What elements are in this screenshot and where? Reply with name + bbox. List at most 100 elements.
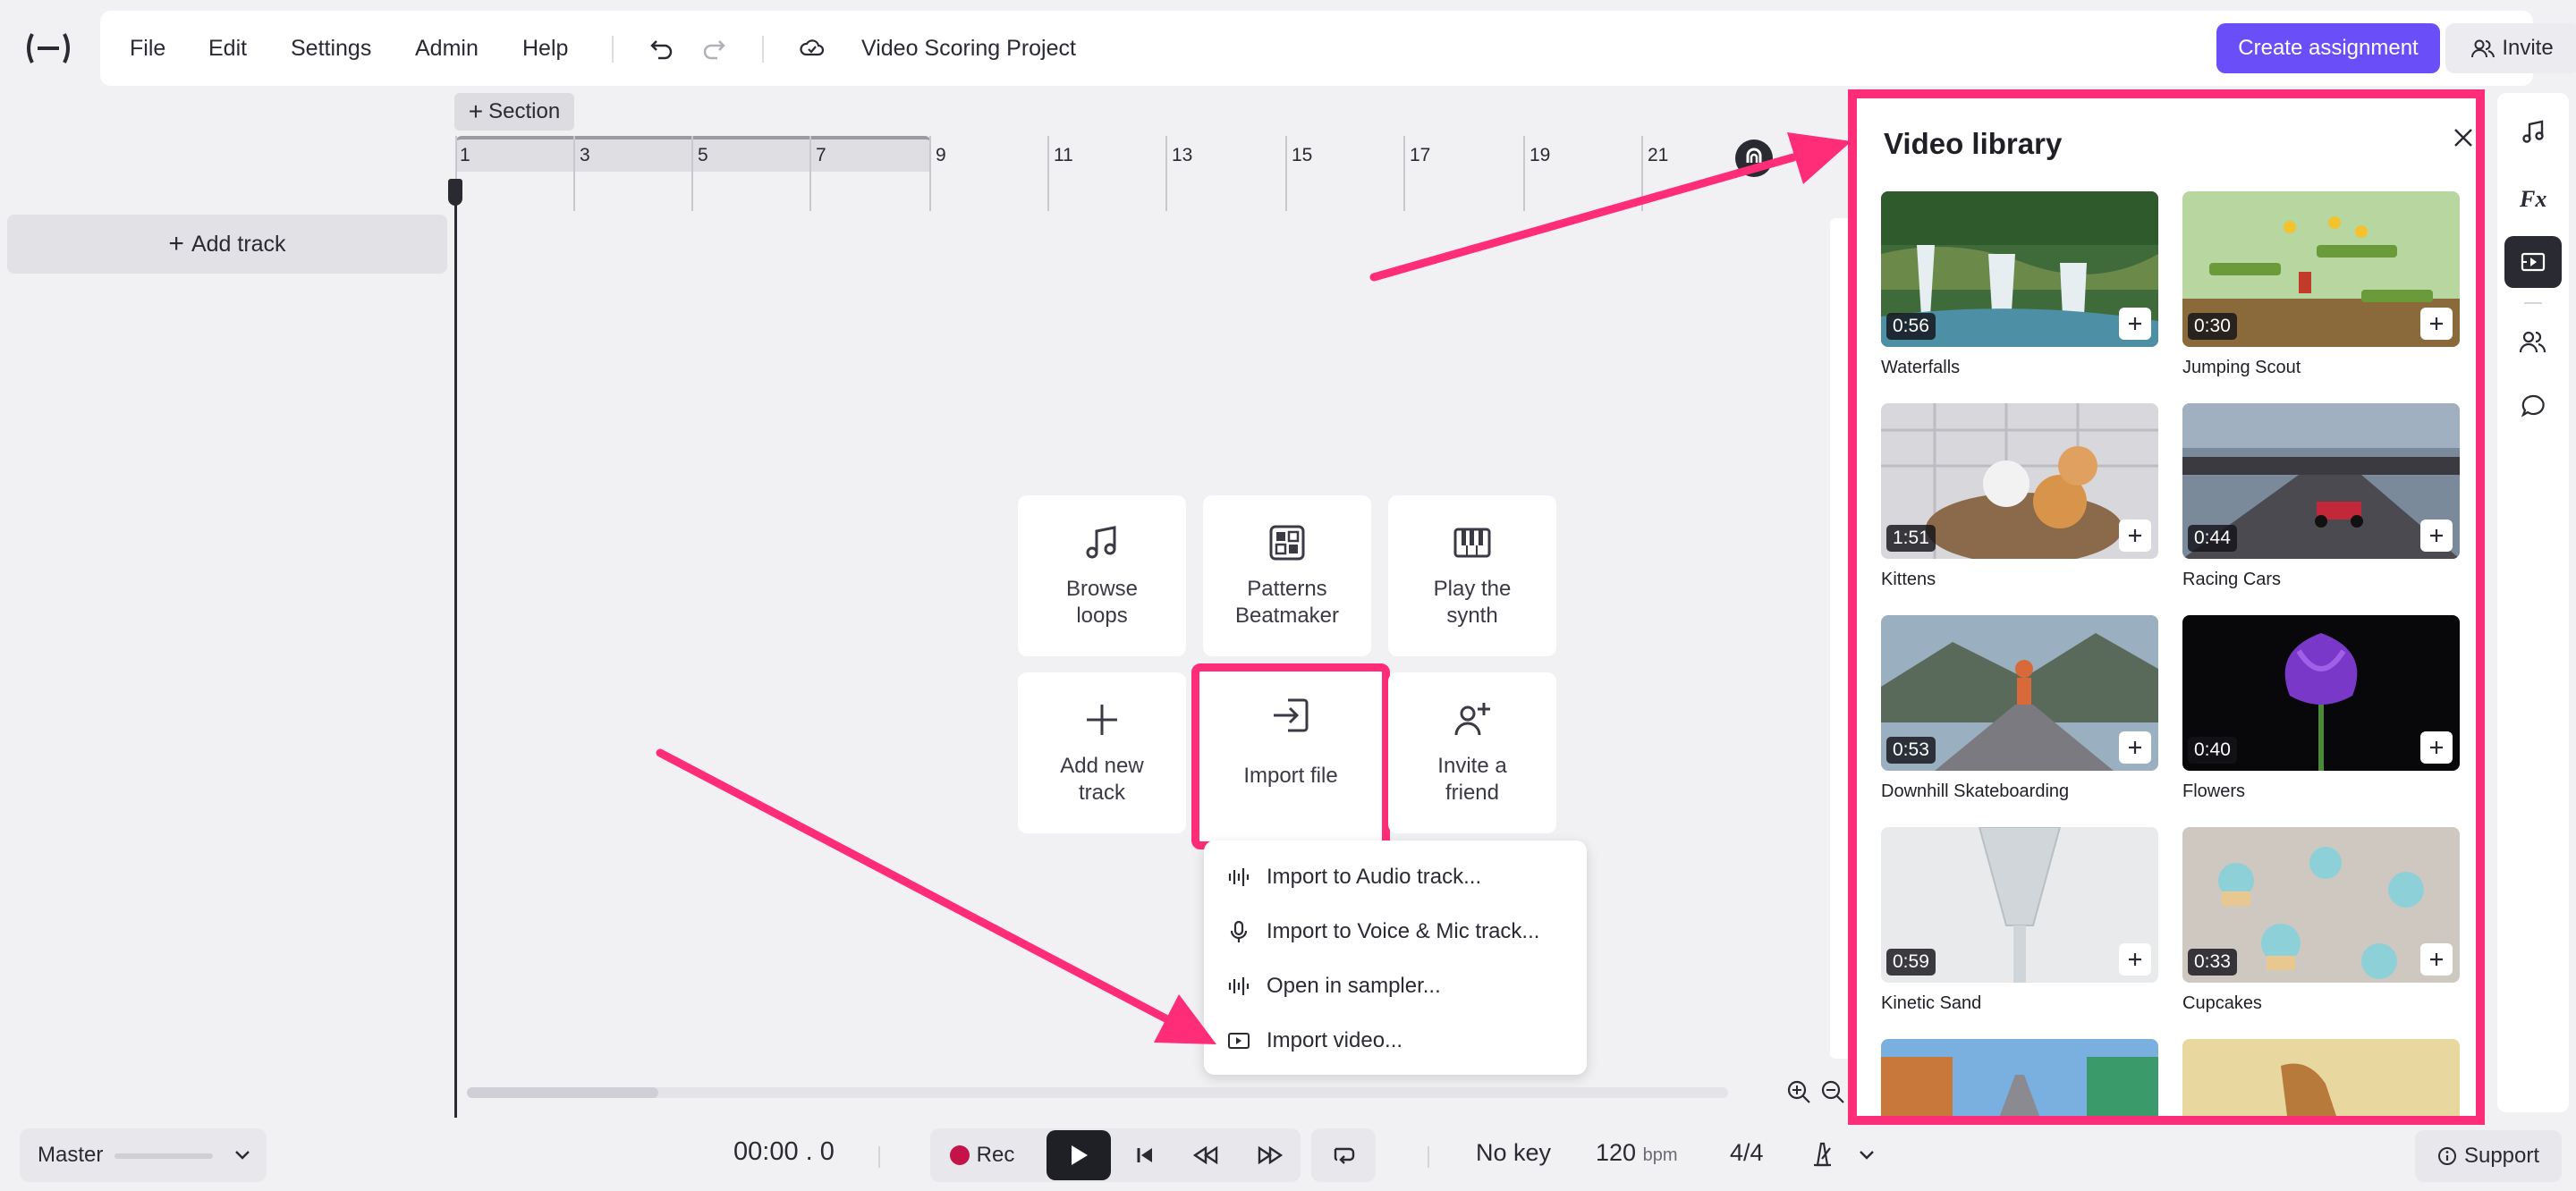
- video-duration: 0:44: [2188, 525, 2237, 552]
- rewind-icon[interactable]: [1190, 1139, 1222, 1171]
- chevron-down-icon[interactable]: [1857, 1145, 1877, 1164]
- add-video-button[interactable]: [2420, 308, 2453, 340]
- open-sampler-item[interactable]: Open in sampler...: [1204, 959, 1587, 1013]
- video-thumbnail[interactable]: 0:40: [2182, 615, 2460, 771]
- invite-button[interactable]: Invite: [2445, 23, 2576, 73]
- video-thumbnail[interactable]: 1:51: [1881, 403, 2158, 559]
- patterns-beatmaker-card[interactable]: Patterns Beatmaker: [1203, 495, 1371, 656]
- video-name: Kinetic Sand: [1881, 993, 1982, 1013]
- panel-edge: [1830, 218, 1848, 1059]
- video-duration: 0:53: [1886, 737, 1936, 764]
- zoom-in-icon[interactable]: [1785, 1078, 1812, 1105]
- waveform-icon: [1227, 975, 1250, 998]
- zoom-out-icon[interactable]: [1819, 1078, 1846, 1105]
- video-name: Kittens: [1881, 570, 1936, 589]
- video-duration: 0:40: [2188, 737, 2237, 764]
- section-label: Section: [488, 99, 561, 123]
- video-thumbnail[interactable]: 0:53: [1881, 615, 2158, 771]
- video-thumbnail[interactable]: [2182, 1039, 2460, 1116]
- master-volume-slider[interactable]: [114, 1153, 213, 1159]
- master-label: Master: [38, 1143, 104, 1167]
- video-thumbnail[interactable]: 0:59: [1881, 827, 2158, 983]
- video-thumbnail[interactable]: 0:30: [2182, 191, 2460, 347]
- support-button[interactable]: Support: [2415, 1130, 2562, 1182]
- import-video-item[interactable]: Import video...: [1204, 1014, 1587, 1068]
- video-icon[interactable]: [2512, 241, 2555, 283]
- fast-forward-icon[interactable]: [1254, 1139, 1286, 1171]
- collaborators-icon[interactable]: [2512, 320, 2555, 363]
- loop-button[interactable]: [1311, 1128, 1376, 1182]
- ruler-number: 5: [698, 145, 708, 165]
- playhead[interactable]: [454, 179, 457, 1118]
- effects-icon[interactable]: Fx: [2512, 177, 2555, 220]
- video-duration: 0:30: [2188, 313, 2237, 340]
- video-thumbnail[interactable]: 0:33: [2182, 827, 2460, 983]
- add-video-button[interactable]: [2420, 519, 2453, 552]
- browse-loops-card[interactable]: Browse loops: [1018, 495, 1186, 656]
- metronome-icon[interactable]: [1809, 1141, 1835, 1168]
- video-card-waterfalls[interactable]: 0:56 Waterfalls: [1881, 191, 2158, 378]
- transport-controls: Rec: [930, 1128, 1301, 1182]
- add-video-button[interactable]: [2420, 943, 2453, 976]
- video-card-street[interactable]: [1881, 1039, 2158, 1116]
- record-button[interactable]: Rec: [930, 1128, 1034, 1182]
- add-video-button[interactable]: [2119, 731, 2151, 764]
- skip-to-start-icon[interactable]: [1129, 1139, 1161, 1171]
- ruler-number: 11: [1054, 145, 1073, 165]
- video-card-racing-cars[interactable]: 0:44 Racing Cars: [2182, 403, 2460, 590]
- play-button[interactable]: [1046, 1130, 1111, 1180]
- import-dropdown-menu: Import to Audio track... Import to Voice…: [1204, 840, 1587, 1075]
- video-duration: 1:51: [1886, 525, 1936, 552]
- menu-file[interactable]: File: [130, 11, 165, 86]
- add-video-button[interactable]: [2119, 943, 2151, 976]
- ruler-number: 9: [936, 145, 946, 165]
- redo-icon[interactable]: [701, 36, 726, 61]
- undo-icon[interactable]: [649, 36, 674, 61]
- loop-region[interactable]: [456, 136, 930, 172]
- playhead-handle[interactable]: [448, 179, 462, 206]
- tempo-control[interactable]: 120 bpm: [1596, 1139, 1677, 1167]
- add-track-button[interactable]: + Add track: [7, 215, 447, 274]
- app-logo[interactable]: [23, 30, 73, 66]
- time-signature[interactable]: 4/4: [1730, 1139, 1764, 1167]
- import-file-card[interactable]: Import file: [1191, 663, 1390, 849]
- import-voice-mic-item[interactable]: Import to Voice & Mic track...: [1204, 905, 1587, 959]
- video-card-jumping-scout[interactable]: 0:30 Jumping Scout: [2182, 191, 2460, 378]
- video-name: Waterfalls: [1881, 358, 1961, 377]
- waveform-icon: [1227, 866, 1250, 889]
- video-card-dog[interactable]: [2182, 1039, 2460, 1116]
- menu-edit[interactable]: Edit: [208, 11, 247, 86]
- close-icon[interactable]: [2451, 125, 2476, 150]
- add-track-label: Add track: [191, 231, 286, 257]
- video-card-flowers[interactable]: 0:40 Flowers: [2182, 615, 2460, 802]
- video-card-downhill-skateboarding[interactable]: 0:53 Downhill Skateboarding: [1881, 615, 2158, 802]
- add-new-track-card[interactable]: Add new track: [1018, 672, 1186, 833]
- video-card-kittens[interactable]: 1:51 Kittens: [1881, 403, 2158, 590]
- card-label: Patterns Beatmaker: [1234, 577, 1340, 628]
- menu-help[interactable]: Help: [522, 11, 568, 86]
- video-card-kinetic-sand[interactable]: 0:59 Kinetic Sand: [1881, 827, 2158, 1014]
- project-title[interactable]: Video Scoring Project: [861, 11, 1076, 86]
- menu-settings[interactable]: Settings: [291, 11, 371, 86]
- video-card-cupcakes[interactable]: 0:33 Cupcakes: [2182, 827, 2460, 1014]
- video-thumbnail[interactable]: 0:44: [2182, 403, 2460, 559]
- add-video-button[interactable]: [2420, 731, 2453, 764]
- scrollbar-thumb[interactable]: [467, 1087, 658, 1098]
- key-selector[interactable]: No key: [1476, 1139, 1551, 1167]
- video-thumbnail[interactable]: 0:56: [1881, 191, 2158, 347]
- add-video-button[interactable]: [2119, 519, 2151, 552]
- card-label: Browse loops: [1065, 577, 1139, 628]
- card-label: Import file: [1243, 764, 1338, 788]
- menu-admin[interactable]: Admin: [415, 11, 479, 86]
- loop-marker-icon[interactable]: [1735, 139, 1773, 177]
- import-audio-track-item[interactable]: Import to Audio track...: [1204, 850, 1587, 904]
- master-volume-control[interactable]: Master: [20, 1128, 267, 1182]
- chat-icon[interactable]: [2512, 384, 2555, 427]
- create-assignment-button[interactable]: Create assignment: [2216, 23, 2440, 73]
- video-thumbnail[interactable]: [1881, 1039, 2158, 1116]
- invite-friend-card[interactable]: Invite a friend: [1388, 672, 1556, 833]
- add-section-button[interactable]: + Section: [454, 93, 574, 131]
- add-video-button[interactable]: [2119, 308, 2151, 340]
- music-note-icon[interactable]: [2512, 111, 2555, 154]
- play-synth-card[interactable]: Play the synth: [1388, 495, 1556, 656]
